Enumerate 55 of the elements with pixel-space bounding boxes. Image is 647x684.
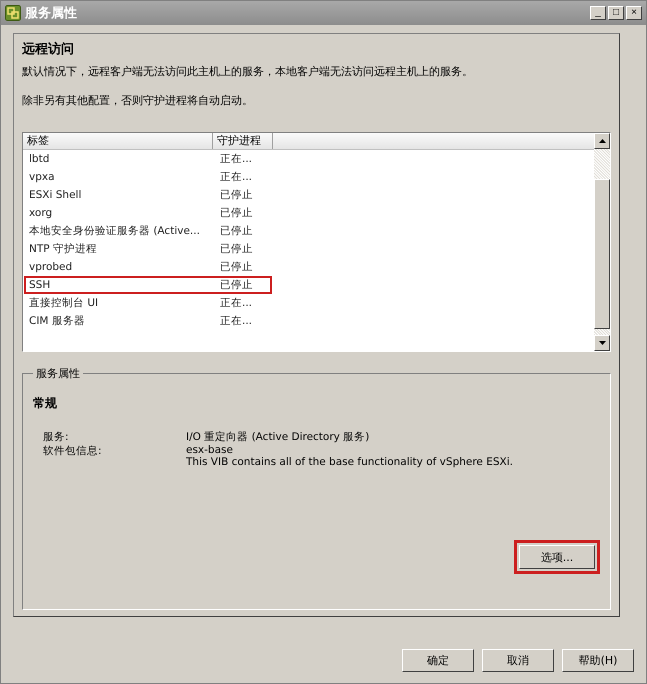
description-text: 默认情况下，远程客户端无法访问此主机上的服务，本地客户端无法访问远程主机上的服务。 (22, 64, 474, 79)
dialog-button[interactable]: 确定 (402, 649, 474, 672)
column-header[interactable]: 标签 (23, 133, 213, 149)
service-row[interactable]: 直接控制台 UI 正在... (24, 294, 274, 312)
daemon-status: 已停止 (219, 242, 254, 256)
service-row[interactable]: xorg 已停止 (24, 204, 274, 222)
daemon-status: 已停止 (219, 206, 254, 220)
daemon-status: 正在... (219, 170, 254, 184)
service-row[interactable]: 本地安全身份验证服务器 (Active... 已停止 (24, 222, 274, 240)
window-control-button[interactable]: × (626, 6, 642, 20)
service-row[interactable]: ESXi Shell 已停止 (24, 186, 274, 204)
section-heading: 常规 (33, 395, 58, 412)
daemon-status: 已停止 (219, 278, 254, 292)
service-label: CIM 服务器 (28, 314, 86, 328)
daemon-status: 已停止 (219, 224, 254, 238)
service-row[interactable]: lbtd 正在... (24, 150, 274, 168)
scroll-up-icon[interactable] (598, 139, 606, 143)
window-title: 服务属性 (25, 5, 78, 22)
description-text: 除非另有其他配置，否则守护进程将自动启动。 (22, 93, 254, 108)
service-row[interactable]: NTP 守护进程 已停止 (24, 240, 274, 258)
section-heading: 远程访问 (22, 40, 75, 58)
service-label: vpxa (28, 171, 56, 183)
group-legend: 服务属性 (33, 366, 83, 381)
window-control-button[interactable]: □ (608, 6, 624, 20)
field-value: I/O 重定向器 (Active Directory 服务) (186, 430, 370, 444)
service-row[interactable]: CIM 服务器 正在... (24, 312, 274, 330)
app-icon (5, 5, 21, 21)
daemon-status: 正在... (219, 296, 254, 310)
field-value: esx-base (186, 444, 234, 456)
daemon-status: 正在... (219, 152, 254, 166)
dialog-button[interactable]: 帮助(H) (562, 649, 634, 672)
field-label: 软件包信息: (43, 444, 103, 459)
service-label: xorg (28, 207, 54, 219)
daemon-status: 已停止 (219, 260, 254, 274)
service-label: 直接控制台 UI (28, 296, 100, 310)
service-row[interactable]: vpxa 正在... (24, 168, 274, 186)
service-label: 本地安全身份验证服务器 (Active... (28, 224, 201, 238)
scroll-down-icon[interactable] (598, 341, 606, 345)
daemon-status: 正在... (219, 314, 254, 328)
field-label: 服务: (43, 430, 70, 444)
window-control-button[interactable]: _ (590, 6, 606, 20)
service-label: vprobed (28, 261, 74, 273)
scrollbar[interactable] (594, 133, 610, 351)
service-label: SSH (28, 279, 52, 291)
dialog-button[interactable]: 取消 (482, 649, 554, 672)
column-header[interactable]: 守护进程 (213, 133, 273, 149)
service-row[interactable]: vprobed 已停止 (24, 258, 274, 276)
scroll-thumb[interactable] (594, 179, 610, 329)
daemon-status: 已停止 (219, 188, 254, 202)
service-label: ESXi Shell (28, 189, 82, 201)
service-row[interactable]: SSH 已停止 (24, 276, 272, 294)
service-label: NTP 守护进程 (28, 242, 98, 256)
service-label: lbtd (28, 153, 50, 165)
field-value: This VIB contains all of the base functionality of vSphere ESXi. (186, 456, 513, 468)
options-button[interactable]: 选项... (519, 545, 595, 569)
